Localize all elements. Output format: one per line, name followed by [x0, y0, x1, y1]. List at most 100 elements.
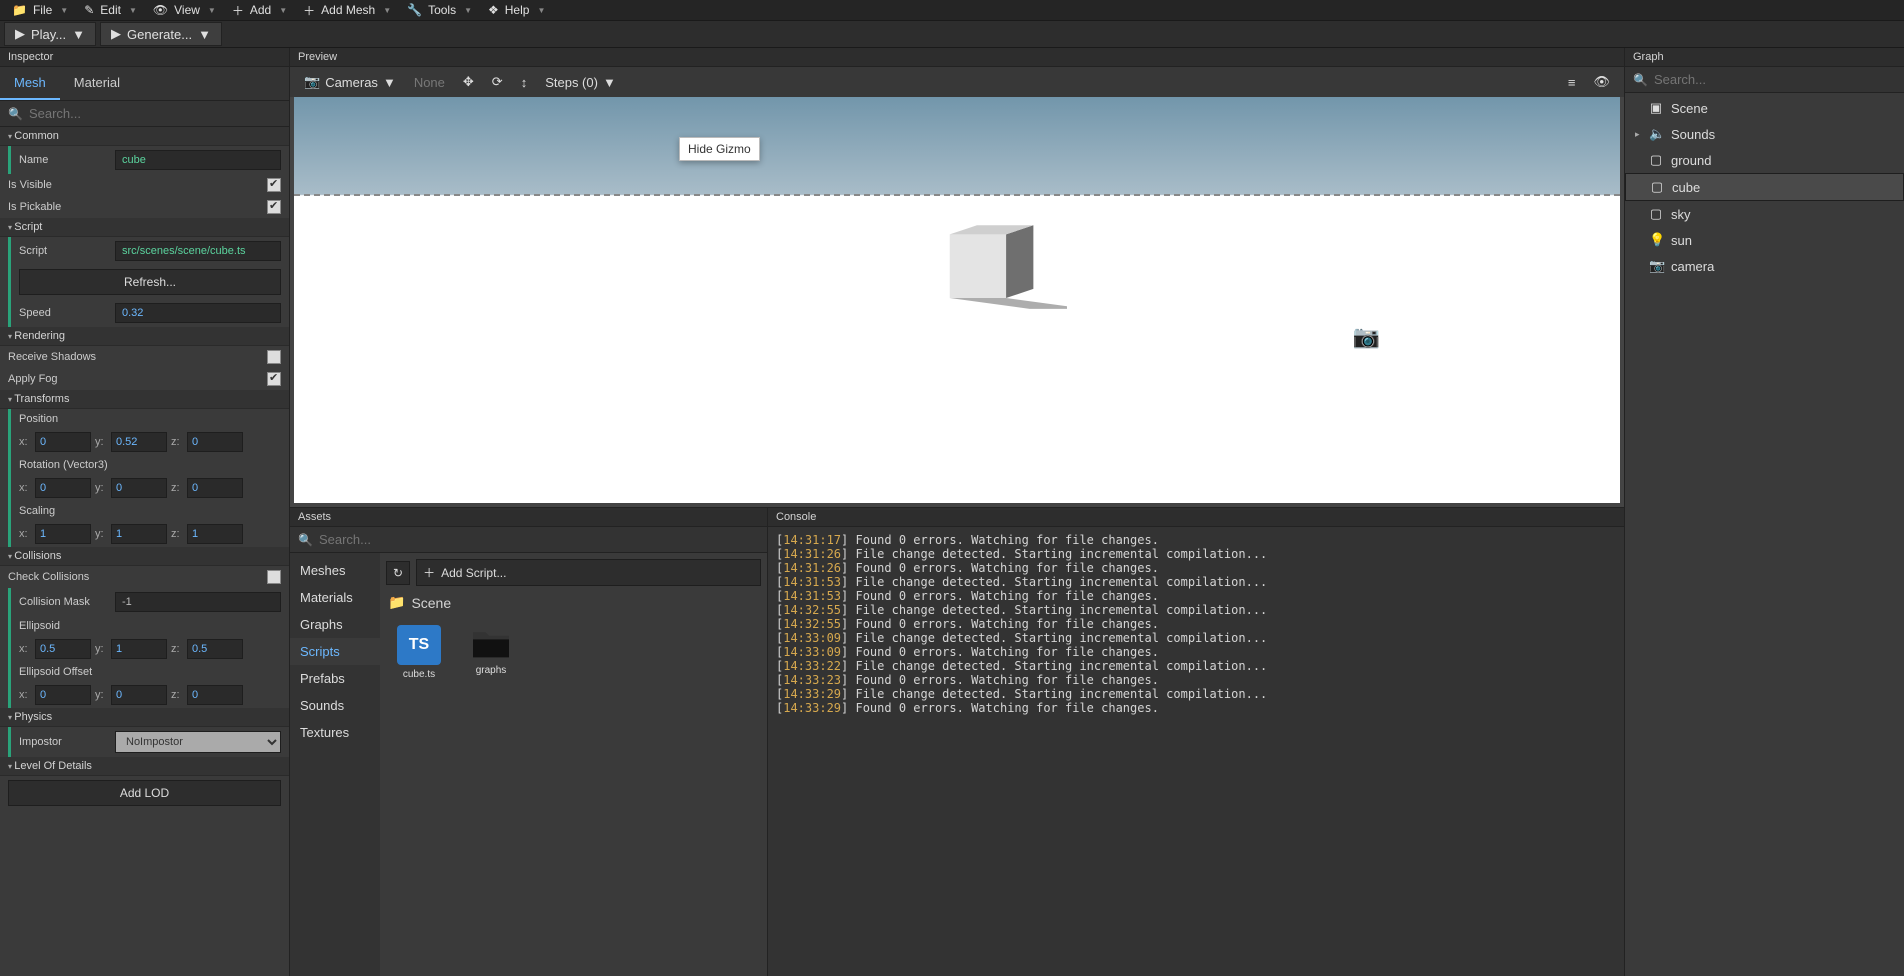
inspector-panel: Inspector Mesh Material 🔍 Common Name Is… — [0, 48, 290, 976]
viewport[interactable]: 📷 Hide Gizmo — [294, 97, 1620, 503]
section-rendering[interactable]: Rendering — [0, 327, 289, 346]
console-line: [14:31:53] File change detected. Startin… — [776, 575, 1616, 589]
refresh-button[interactable]: Refresh... — [19, 269, 281, 295]
section-script[interactable]: Script — [0, 218, 289, 237]
elo-z[interactable] — [187, 685, 243, 705]
graph-search-input[interactable] — [1654, 72, 1896, 87]
gizmo-tooltip: Hide Gizmo — [679, 137, 760, 161]
menu-edit[interactable]: ✎Edit▼ — [76, 1, 145, 19]
menu-button[interactable]: ≡ — [1560, 71, 1584, 94]
assets-refresh-button[interactable]: ↻ — [386, 561, 410, 585]
graph-item-sounds[interactable]: 🔈Sounds — [1625, 121, 1904, 147]
assets-breadcrumb[interactable]: 📁Scene — [382, 590, 765, 615]
cat-textures[interactable]: Textures — [290, 719, 380, 746]
light-icon: 💡 — [1649, 232, 1663, 248]
is-visible-checkbox[interactable] — [267, 178, 281, 192]
graph-panel: Graph 🔍 ▣Scene🔈Sounds▢ground▢cube▢sky💡su… — [1624, 48, 1904, 976]
receive-shadows-checkbox[interactable] — [267, 350, 281, 364]
menu-add-mesh[interactable]: ＋Add Mesh▼ — [295, 0, 399, 21]
menu-help[interactable]: ❖Help▼ — [480, 1, 553, 19]
mesh-icon: ▢ — [1649, 206, 1663, 222]
name-input[interactable] — [115, 150, 281, 170]
pos-z[interactable] — [187, 432, 243, 452]
graph-item-sun[interactable]: 💡sun — [1625, 227, 1904, 253]
script-input[interactable] — [115, 241, 281, 261]
graph-title: Graph — [1625, 48, 1904, 67]
elo-x[interactable] — [35, 685, 91, 705]
add-script-button[interactable]: ＋Add Script... — [416, 559, 761, 586]
menu-file[interactable]: 📁File▼ — [4, 1, 76, 19]
impostor-select[interactable]: NoImpostor — [115, 731, 281, 753]
scl-x[interactable] — [35, 524, 91, 544]
ell-y[interactable] — [111, 639, 167, 659]
section-transforms[interactable]: Transforms — [0, 390, 289, 409]
is-pickable-checkbox[interactable] — [267, 200, 281, 214]
menu-tools[interactable]: 🔧Tools▼ — [399, 1, 480, 19]
section-common[interactable]: Common — [0, 127, 289, 146]
assets-title: Assets — [290, 508, 767, 527]
section-lod[interactable]: Level Of Details — [0, 757, 289, 776]
graph-item-cube[interactable]: ▢cube — [1625, 173, 1904, 201]
play-icon: ▶ — [15, 26, 25, 42]
steps-button[interactable]: Steps (0)▼ — [537, 71, 624, 94]
plus-icon: ＋ — [232, 2, 244, 19]
generate-button[interactable]: ▶Generate...▼ — [100, 22, 222, 46]
inspector-search-input[interactable] — [29, 106, 281, 121]
menu-view[interactable]: 👁View▼ — [145, 1, 224, 19]
elo-y[interactable] — [111, 685, 167, 705]
gizmo-rotate-button[interactable]: ⟳ — [484, 70, 511, 94]
console-line: [14:31:26] Found 0 errors. Watching for … — [776, 561, 1616, 575]
search-icon: 🔍 — [298, 533, 313, 547]
cat-meshes[interactable]: Meshes — [290, 557, 380, 584]
asset-item-graphs[interactable]: graphs — [464, 625, 518, 680]
gizmo-move-button[interactable]: ✥ — [455, 70, 482, 94]
pos-x[interactable] — [35, 432, 91, 452]
camera-icon: 📷 — [304, 74, 320, 90]
ell-z[interactable] — [187, 639, 243, 659]
cat-graphs[interactable]: Graphs — [290, 611, 380, 638]
scl-y[interactable] — [111, 524, 167, 544]
play-button[interactable]: ▶Play...▼ — [4, 22, 96, 46]
tab-material[interactable]: Material — [60, 67, 134, 100]
play-icon: ▶ — [111, 26, 121, 42]
console-body[interactable]: [14:31:17] Found 0 errors. Watching for … — [768, 527, 1624, 976]
menu-add[interactable]: ＋Add▼ — [224, 0, 295, 21]
assets-panel: Assets 🔍 Meshes Materials Graphs Scripts… — [290, 508, 768, 976]
chevron-down-icon: ▼ — [60, 6, 68, 15]
collision-mask-input[interactable] — [115, 592, 281, 612]
tab-mesh[interactable]: Mesh — [0, 67, 60, 100]
graph-item-ground[interactable]: ▢ground — [1625, 147, 1904, 173]
apply-fog-checkbox[interactable] — [267, 372, 281, 386]
cat-prefabs[interactable]: Prefabs — [290, 665, 380, 692]
visibility-button[interactable]: 👁 — [1585, 70, 1618, 94]
pos-y[interactable] — [111, 432, 167, 452]
cat-scripts[interactable]: Scripts — [290, 638, 380, 665]
asset-item-cube-ts[interactable]: TS cube.ts — [392, 625, 446, 680]
assets-search-input[interactable] — [319, 532, 759, 547]
ellipsoid-label: Ellipsoid — [19, 620, 111, 632]
gizmo-none-button[interactable]: None — [406, 71, 453, 94]
graph-item-scene[interactable]: ▣Scene — [1625, 95, 1904, 121]
section-collisions[interactable]: Collisions — [0, 547, 289, 566]
inspector-tabs: Mesh Material — [0, 67, 289, 101]
mesh-icon: ▢ — [1650, 179, 1664, 195]
graph-item-sky[interactable]: ▢sky — [1625, 201, 1904, 227]
ell-x[interactable] — [35, 639, 91, 659]
rot-z[interactable] — [187, 478, 243, 498]
position-label: Position — [19, 413, 111, 425]
rot-y[interactable] — [111, 478, 167, 498]
console-line: [14:33:09] File change detected. Startin… — [776, 631, 1616, 645]
rotation-vec: x:y:z: — [11, 475, 289, 501]
console-line: [14:33:22] File change detected. Startin… — [776, 659, 1616, 673]
graph-item-camera[interactable]: 📷camera — [1625, 253, 1904, 279]
speed-input[interactable] — [115, 303, 281, 323]
cat-sounds[interactable]: Sounds — [290, 692, 380, 719]
add-lod-button[interactable]: Add LOD — [8, 780, 281, 806]
cat-materials[interactable]: Materials — [290, 584, 380, 611]
section-physics[interactable]: Physics — [0, 708, 289, 727]
scl-z[interactable] — [187, 524, 243, 544]
gizmo-scale-button[interactable]: ↕ — [513, 71, 536, 94]
check-collisions-checkbox[interactable] — [267, 570, 281, 584]
rot-x[interactable] — [35, 478, 91, 498]
cameras-button[interactable]: 📷Cameras▼ — [296, 70, 404, 94]
